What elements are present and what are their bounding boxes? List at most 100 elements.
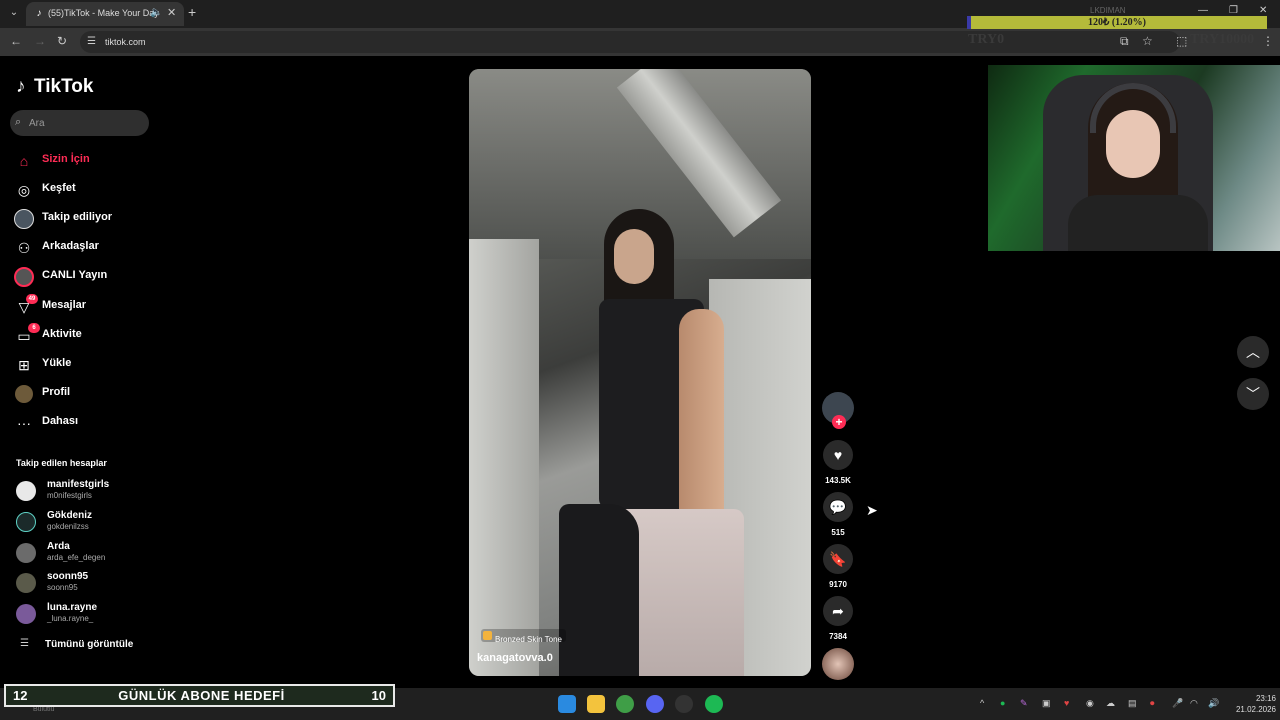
file-explorer-icon[interactable] <box>587 695 605 713</box>
following-account[interactable]: luna.rayne _luna.rayne_ <box>16 601 156 629</box>
speaker-icon[interactable]: 🔈 <box>150 7 162 18</box>
clock-date: 21.02.2026 <box>1235 705 1276 714</box>
save-button[interactable]: 🔖 <box>823 544 853 574</box>
effect-label: Bronzed Skin Tone <box>495 635 563 644</box>
extensions-icon[interactable]: ⬚ <box>1176 34 1187 48</box>
nav-item-upload[interactable]: ⊞ Yükle <box>12 352 152 378</box>
browser-menu-icon[interactable]: ⋮ <box>1262 34 1274 48</box>
video-face <box>614 229 654 284</box>
weather-text: Bulutlu <box>33 706 55 713</box>
address-bar[interactable]: ☰ tiktok.com <box>80 31 1180 53</box>
webcam-body <box>1068 195 1208 251</box>
comment-button[interactable]: 💬 <box>823 492 853 522</box>
donation-goal-bar: 120₺ (1.20%) <box>967 16 1267 29</box>
following-account[interactable]: manifestgirls m0nifestgirls <box>16 478 156 506</box>
chevron-up-icon[interactable]: ︿ <box>1237 336 1269 368</box>
maximize-button[interactable]: ❐ <box>1229 5 1238 16</box>
reload-icon[interactable]: ↻ <box>57 34 67 48</box>
spotify-icon[interactable] <box>705 695 723 713</box>
close-window-button[interactable]: ✕ <box>1259 5 1267 16</box>
forward-icon[interactable]: → <box>34 34 46 48</box>
nav-label: Takip ediliyor <box>42 211 113 223</box>
account-handle: m0nifestgirls <box>47 491 92 500</box>
taskbar-clock[interactable]: 23:16 21.02.2026 <box>1226 693 1276 715</box>
windows-start-icon[interactable] <box>558 695 576 713</box>
tab-close-icon[interactable]: ✕ <box>167 6 176 19</box>
share-count: 7384 <box>829 632 847 641</box>
following-avatar-icon <box>14 209 34 229</box>
microphone-icon[interactable]: 🎤 <box>1172 698 1183 709</box>
search-input[interactable] <box>29 115 139 131</box>
goal-start-label: TRY0 <box>968 32 1005 47</box>
subscriber-goal-widget: GÜNLÜK ABONE HEDEFİ 12 10 <box>4 684 395 707</box>
video-arm <box>679 309 724 539</box>
follow-plus-icon[interactable]: + <box>832 415 846 429</box>
music-disc-icon[interactable] <box>822 648 854 680</box>
upload-icon: ⊞ <box>18 357 30 373</box>
video-author[interactable]: kanagatovva.0 <box>477 652 553 664</box>
logo-text: TikTok <box>34 76 94 97</box>
video-player[interactable]: Bronzed Skin Tone kanagatovva.0 <box>469 69 811 676</box>
see-all-label: Tümünü görüntüle <box>45 639 134 650</box>
url-text: tiktok.com <box>105 37 146 47</box>
tray-pen-icon[interactable]: ✎ <box>1020 698 1028 709</box>
account-handle: soonn95 <box>47 583 78 592</box>
search-box[interactable]: ⌕ <box>10 110 149 136</box>
donation-goal-label: 120₺ (1.20%) <box>1087 17 1147 28</box>
search-icon: ⌕ <box>15 116 22 128</box>
nav-item-activity[interactable]: ▭ 6 Aktivite <box>12 323 152 349</box>
volume-icon[interactable]: 🔊 <box>1208 698 1219 709</box>
share-button[interactable]: ➦ <box>823 596 853 626</box>
nav-label: Aktivite <box>42 328 82 340</box>
wifi-icon[interactable]: ◠ <box>1190 698 1198 709</box>
subgoal-target: 10 <box>371 688 386 703</box>
screen: ⌄ ♪ (55)TikTok - Make Your Day 🔈 ✕ + — ❐… <box>0 0 1280 720</box>
bookmark-star-icon[interactable]: ☆ <box>1142 34 1153 48</box>
tray-record-icon[interactable]: ⏺ <box>1150 698 1155 709</box>
tray-chevron-up-icon[interactable]: ^ <box>980 698 984 708</box>
tab-search-icon[interactable]: ⌄ <box>6 5 22 21</box>
nav-label: Mesajlar <box>42 299 87 311</box>
following-account[interactable]: soonn95 soonn95 <box>16 570 156 598</box>
nav-item-live[interactable]: CANLI Yayın <box>12 264 152 290</box>
see-all-button[interactable]: ☰ Tümünü görüntüle <box>16 638 156 652</box>
like-button[interactable]: ♥ <box>823 440 853 470</box>
nav-item-for-you[interactable]: ⌂ Sizin İçin <box>12 148 152 174</box>
back-icon[interactable]: ← <box>10 34 22 48</box>
effect-tag[interactable]: Bronzed Skin Tone <box>481 629 567 644</box>
tray-shield-icon[interactable]: ♥ <box>1064 698 1069 708</box>
new-tab-button[interactable]: + <box>188 4 196 20</box>
nav-item-messages[interactable]: ▽ 49 Mesajlar <box>12 294 152 320</box>
avatar <box>16 543 36 563</box>
site-info-icon[interactable]: ☰ <box>87 36 96 47</box>
install-app-icon[interactable]: ⧉ <box>1120 34 1129 49</box>
nav-item-explore[interactable]: ◎ Keşfet <box>12 177 152 203</box>
tray-steam-icon[interactable]: ◉ <box>1086 698 1094 709</box>
nav-item-following[interactable]: Takip ediliyor <box>12 206 152 232</box>
home-icon: ⌂ <box>19 153 29 169</box>
chrome-icon[interactable] <box>616 695 634 713</box>
avatar <box>16 512 36 532</box>
browser-toolbar: ← → ↻ ☰ tiktok.com ⧉ ☆ ⬚ ⋮ <box>0 28 1280 56</box>
tray-app-icon[interactable]: ▣ <box>1042 698 1051 709</box>
browser-tab[interactable]: ♪ (55)TikTok - Make Your Day 🔈 ✕ <box>26 2 184 26</box>
video-person <box>559 209 744 676</box>
tray-spotify-icon[interactable]: ● <box>1000 698 1005 708</box>
nav-label: Yükle <box>42 357 72 369</box>
video-door <box>469 239 539 676</box>
nav-item-friends[interactable]: ⚇ Arkadaşlar <box>12 235 152 261</box>
tray-nvidia-icon[interactable]: ▤ <box>1128 698 1137 709</box>
following-account[interactable]: Arda arda_efe_degen <box>16 540 156 568</box>
nav-item-more[interactable]: ··· Dahası <box>12 410 152 436</box>
clock-time: 23:16 <box>1255 694 1276 703</box>
tray-cloud-icon[interactable]: ☁ <box>1106 698 1115 709</box>
nav-label: Arkadaşlar <box>42 240 99 252</box>
discord-icon[interactable] <box>646 695 664 713</box>
subgoal-current: 12 <box>13 688 28 703</box>
nav-item-profile[interactable]: Profil <box>12 381 152 407</box>
chevron-down-icon[interactable]: ﹀ <box>1237 378 1269 410</box>
tiktok-logo[interactable]: ♪ TikTok <box>16 76 93 98</box>
minimize-button[interactable]: — <box>1198 5 1208 16</box>
obs-icon[interactable] <box>675 695 693 713</box>
following-account[interactable]: Gökdeniz gokdenilzss <box>16 509 156 537</box>
